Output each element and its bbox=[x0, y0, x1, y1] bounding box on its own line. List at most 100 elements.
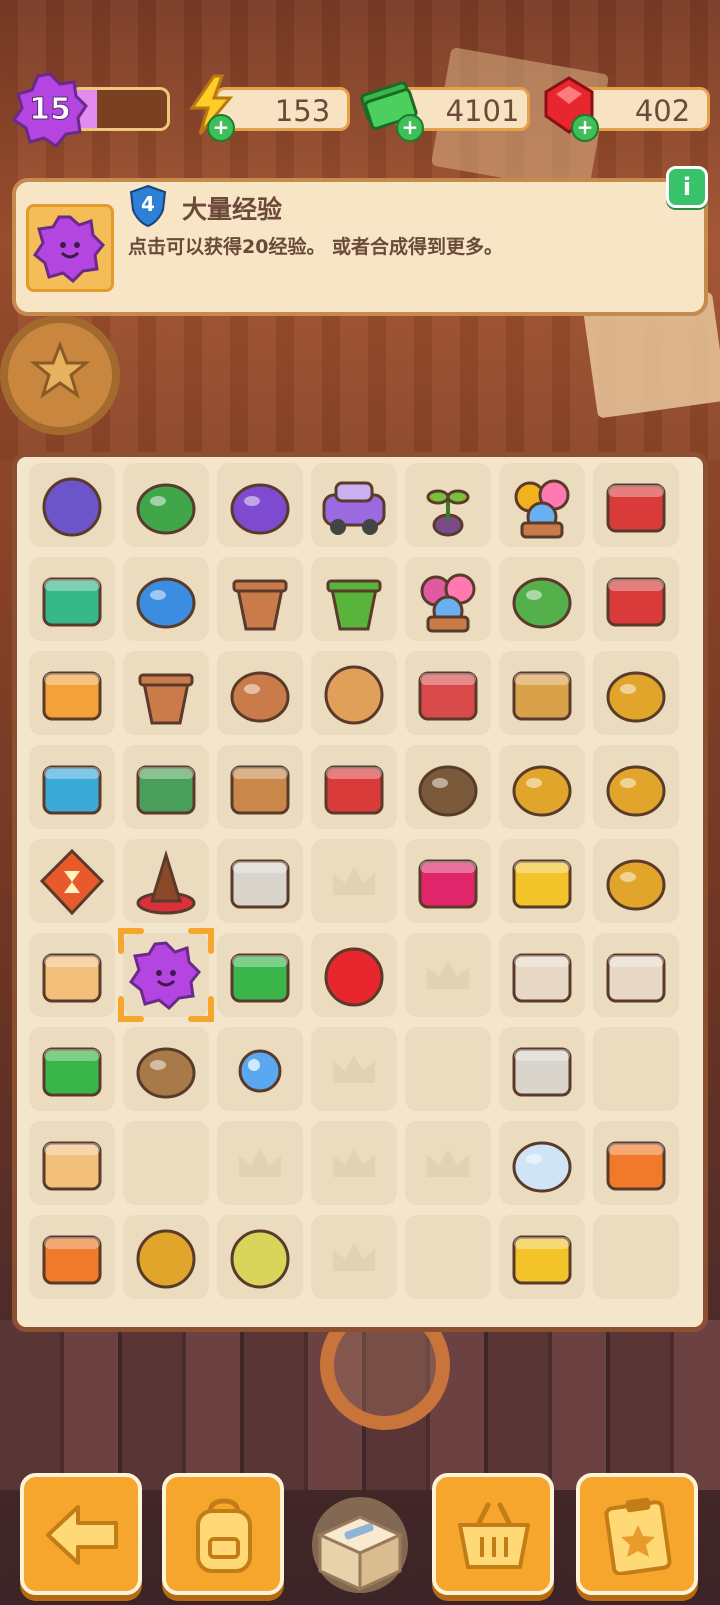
selection-highlight bbox=[117, 927, 215, 1027]
orange-cone-icon bbox=[126, 841, 206, 921]
board-cell-ruby-cluster[interactable] bbox=[311, 933, 397, 1017]
board-cell-footprint-bed[interactable] bbox=[217, 839, 303, 923]
star-trophy-icon bbox=[502, 747, 582, 827]
board-cell-empty[interactable] bbox=[405, 1215, 491, 1299]
back-button[interactable] bbox=[20, 1473, 142, 1595]
board-cell-hat-stand[interactable] bbox=[405, 745, 491, 829]
board-cell-cash-stack[interactable] bbox=[29, 1027, 115, 1111]
board-cell-small-bread[interactable] bbox=[29, 1121, 115, 1205]
board-cell-cardboard-box[interactable] bbox=[217, 745, 303, 829]
item-title: 大量经验 bbox=[182, 195, 283, 224]
board-cell-photo-frame[interactable] bbox=[499, 651, 585, 735]
bread-cubes-icon bbox=[32, 935, 112, 1015]
board-cell-empty[interactable] bbox=[217, 1121, 303, 1205]
empty-slot-crown-icon bbox=[329, 1049, 379, 1093]
red-tray-icon bbox=[596, 465, 676, 545]
add-energy-button[interactable]: + bbox=[207, 114, 235, 142]
backpack-button[interactable] bbox=[162, 1473, 284, 1595]
info-item-thumbnail bbox=[26, 204, 114, 292]
board-cell-folding-bike[interactable] bbox=[29, 463, 115, 547]
board-cell-clay-pot[interactable] bbox=[123, 651, 209, 735]
board-cell-empty[interactable] bbox=[405, 1027, 491, 1111]
board-cell-mandala-plate[interactable] bbox=[311, 651, 397, 735]
red-toolbox-icon bbox=[596, 559, 676, 639]
blue-tray-icon bbox=[32, 747, 112, 827]
board-cell-cash-pile[interactable] bbox=[217, 933, 303, 1017]
board-cell-golden-horse-trophy[interactable] bbox=[593, 651, 679, 735]
gold-bracelet-icon bbox=[220, 1217, 300, 1297]
board-cell-empty[interactable] bbox=[311, 839, 397, 923]
footprint-bag-icon bbox=[596, 935, 676, 1015]
pot-shard-icon bbox=[220, 653, 300, 733]
reward-chest-button[interactable] bbox=[300, 1495, 420, 1595]
basket-button[interactable] bbox=[432, 1473, 554, 1595]
hat-stand-icon bbox=[408, 747, 488, 827]
board-cell-orange-cone[interactable] bbox=[123, 839, 209, 923]
board-cell-blue-tray[interactable] bbox=[29, 745, 115, 829]
board-cell-golden-knight[interactable] bbox=[593, 745, 679, 829]
board-cell-footprint-bag[interactable] bbox=[499, 933, 585, 1017]
purple-car-icon bbox=[314, 465, 394, 545]
board-cell-lettuce[interactable] bbox=[123, 463, 209, 547]
board-cell-empty[interactable] bbox=[405, 933, 491, 1017]
board-cell-sprout[interactable] bbox=[405, 463, 491, 547]
add-gems-button[interactable]: + bbox=[571, 114, 599, 142]
sunflower-bouquet-icon bbox=[502, 465, 582, 545]
add-cash-button[interactable]: + bbox=[396, 114, 424, 142]
bonsai-tree-icon bbox=[502, 559, 582, 639]
board-cell-red-tray[interactable] bbox=[593, 463, 679, 547]
item-description: 点击可以获得20经验。 或者合成得到更多。 bbox=[128, 236, 504, 258]
cardboard-box-icon bbox=[220, 747, 300, 827]
mandala-plate-icon bbox=[314, 653, 394, 733]
board-cell-empty[interactable] bbox=[405, 1121, 491, 1205]
gem-value: 402 bbox=[634, 94, 691, 128]
board-cell-empty[interactable] bbox=[311, 1027, 397, 1111]
back-arrow-icon bbox=[46, 1505, 118, 1565]
board-cell-energy-box[interactable] bbox=[29, 651, 115, 735]
board-cell-empty[interactable] bbox=[593, 1027, 679, 1111]
info-button[interactable]: i bbox=[666, 166, 708, 208]
board-cell-bread-cubes[interactable] bbox=[29, 933, 115, 1017]
board-cell-empty[interactable] bbox=[311, 1215, 397, 1299]
board-cell-flower-basket[interactable] bbox=[405, 557, 491, 641]
board-cell-footprint-bag[interactable] bbox=[593, 933, 679, 1017]
board-cell-empty[interactable] bbox=[593, 1215, 679, 1299]
board-cell-roadblock[interactable] bbox=[29, 1215, 115, 1299]
board-cell-bonsai-tree[interactable] bbox=[499, 557, 585, 641]
board-cell-fish-evidence-bag[interactable] bbox=[499, 1027, 585, 1111]
board-cell-purple-motorcycle[interactable] bbox=[217, 463, 303, 547]
barricade-yellow-icon bbox=[502, 841, 582, 921]
board-cell-barricade-yellow[interactable] bbox=[499, 839, 585, 923]
board-cell-empty[interactable] bbox=[311, 1121, 397, 1205]
board-cell-seal[interactable] bbox=[499, 1121, 585, 1205]
board-cell-golden-pawn[interactable] bbox=[593, 839, 679, 923]
roadblock-icon bbox=[596, 1123, 676, 1203]
board-cell-gem-bucket[interactable] bbox=[405, 839, 491, 923]
board-cell-broken-pot[interactable] bbox=[217, 557, 303, 641]
board-cell-xp-blob[interactable] bbox=[118, 928, 214, 1022]
merge-board bbox=[12, 452, 708, 1332]
tasks-clipboard-button[interactable] bbox=[576, 1473, 698, 1595]
board-cell-thermometer-gun[interactable] bbox=[123, 557, 209, 641]
board-cell-pot-shard[interactable] bbox=[217, 651, 303, 735]
board-cell-evidence-box[interactable] bbox=[123, 745, 209, 829]
board-cell-footprint-evidence[interactable] bbox=[123, 1027, 209, 1111]
flower-basket-icon bbox=[408, 559, 488, 639]
board-cell-purple-car[interactable] bbox=[311, 463, 397, 547]
board-cell-hourglass-diamond[interactable] bbox=[29, 839, 115, 923]
board-cell-potted-plant[interactable] bbox=[311, 557, 397, 641]
board-cell-first-aid-kit[interactable] bbox=[29, 557, 115, 641]
board-cell-red-engine[interactable] bbox=[311, 745, 397, 829]
board-cell-red-toolbox[interactable] bbox=[593, 557, 679, 641]
board-cell-sunflower-bouquet[interactable] bbox=[499, 463, 585, 547]
board-cell-yellow-barrier[interactable] bbox=[499, 1215, 585, 1299]
board-cell-star-trophy[interactable] bbox=[499, 745, 585, 829]
board-cell-gold-horseshoe[interactable] bbox=[123, 1215, 209, 1299]
board-cell-tool-case[interactable] bbox=[405, 651, 491, 735]
board-cell-gold-bracelet[interactable] bbox=[217, 1215, 303, 1299]
level-number: 15 bbox=[29, 92, 72, 128]
board-cell-blue-orb[interactable] bbox=[217, 1027, 303, 1111]
board-cell-roadblock[interactable] bbox=[593, 1121, 679, 1205]
footprint-evidence-icon bbox=[126, 1029, 206, 1109]
board-cell-empty[interactable] bbox=[123, 1121, 209, 1205]
